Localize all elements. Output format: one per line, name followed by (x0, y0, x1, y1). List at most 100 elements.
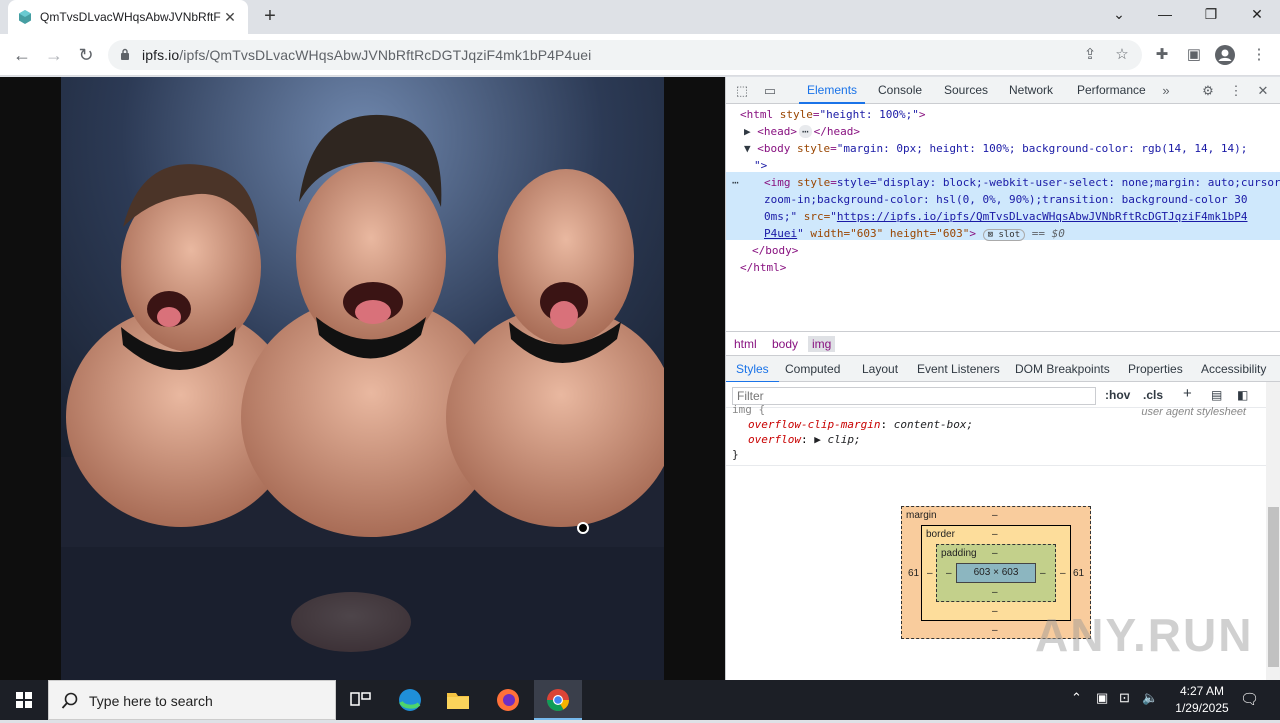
file-explorer-icon[interactable] (434, 680, 482, 720)
taskbar-search-box[interactable]: Type here to search (48, 680, 336, 720)
tab-sources[interactable]: Sources (944, 83, 988, 97)
img-src-attr: src= (803, 210, 831, 223)
prop-value-2: clip; (827, 433, 861, 446)
dom-img-line2: zoom-in;background-color: hsl(0, 0%, 90%… (764, 191, 1247, 208)
scrollbar-thumb[interactable] (1268, 507, 1279, 667)
task-view-icon[interactable] (336, 680, 384, 720)
tab-layout[interactable]: Layout (862, 362, 898, 376)
profile-avatar-icon[interactable] (1212, 42, 1238, 68)
close-tab-icon[interactable]: ✕ (222, 9, 238, 25)
volume-icon[interactable]: 🔈 (1142, 690, 1158, 706)
tab-event-listeners[interactable]: Event Listeners (917, 362, 1000, 376)
padding-bottom-value[interactable]: – (992, 587, 998, 598)
box-model-padding[interactable]: padding – – – – 603 × 603 (936, 544, 1056, 602)
paint-brush-icon[interactable]: ▤ (1211, 388, 1222, 402)
dom-body-close[interactable]: </body> (752, 242, 798, 259)
close-window-button[interactable]: ✕ (1234, 0, 1280, 30)
inspect-element-icon[interactable]: ⬚ (733, 82, 751, 100)
tab-performance[interactable]: Performance (1077, 83, 1146, 97)
computed-sidebar-icon[interactable]: ◧ (1237, 388, 1248, 402)
device-toolbar-icon[interactable]: ▭ (761, 82, 779, 100)
border-top-value[interactable]: – (992, 529, 998, 540)
border-right-value[interactable]: – (1060, 568, 1066, 579)
styles-filter-input[interactable] (732, 387, 1096, 405)
tab-dom-breakpoints[interactable]: DOM Breakpoints (1015, 362, 1110, 376)
forward-button[interactable]: → (41, 42, 67, 68)
firefox-icon[interactable] (484, 680, 532, 720)
border-left-value[interactable]: – (927, 568, 933, 579)
box-model-content[interactable]: 603 × 603 (956, 563, 1036, 583)
styles-scrollbar[interactable] (1266, 382, 1280, 680)
new-tab-button[interactable]: + (258, 6, 282, 28)
notifications-icon[interactable]: 🗨 (1240, 690, 1259, 708)
cls-toggle[interactable]: .cls (1143, 388, 1163, 402)
edge-icon[interactable] (386, 680, 434, 720)
url-text: ipfs.io/ipfs/QmTvsDLvacWHqsAbwJVNbRftRcD… (142, 47, 591, 63)
border-bottom-value[interactable]: – (992, 606, 998, 617)
side-panel-icon[interactable]: ▣ (1181, 42, 1207, 68)
close-devtools-icon[interactable]: ✕ (1254, 82, 1272, 100)
share-icon[interactable]: ⇪ (1077, 42, 1103, 68)
back-button[interactable]: ← (9, 42, 35, 68)
tab-styles[interactable]: Styles (726, 362, 779, 383)
img-src-link[interactable]: https://ipfs.io/ipfs/QmTvsDLvacWHqsAbwJV… (837, 210, 1248, 223)
img-src-link-end[interactable]: P4uei (764, 227, 797, 240)
padding-right-value[interactable]: – (1040, 568, 1046, 579)
rule-overflow[interactable]: overflow: ▶ clip; (748, 432, 861, 447)
margin-right-value[interactable]: 61 (1073, 568, 1084, 579)
displayed-image[interactable] (61, 77, 664, 680)
box-model-border[interactable]: border – – – – padding – – – – 603 × 603 (921, 525, 1071, 621)
margin-left-value[interactable]: 61 (908, 568, 919, 579)
slot-badge[interactable]: ⊠ slot (982, 229, 1026, 241)
search-placeholder: Type here to search (89, 693, 213, 709)
reload-button[interactable]: ↻ (73, 42, 99, 68)
rule-overflow-clip-margin[interactable]: overflow-clip-margin: content-box; (748, 417, 973, 432)
dom-html-close[interactable]: </html> (740, 259, 786, 276)
devtools-menu-icon[interactable]: ⋮ (1227, 82, 1245, 100)
margin-top-value[interactable]: – (992, 510, 998, 521)
dom-body-node-cont: "> (754, 157, 767, 174)
tab-network[interactable]: Network (1009, 83, 1053, 97)
tab-search-chevron-icon[interactable]: ⌄ (1096, 0, 1142, 30)
browser-tab[interactable]: QmTvsDLvacWHqsAbwJVNbRftF ✕ (8, 0, 248, 34)
tab-computed[interactable]: Computed (785, 362, 840, 376)
dom-head-node[interactable]: ▶ <head> ⋯ </head> (744, 123, 860, 140)
html-open: <html (740, 108, 774, 121)
html-bracket: > (918, 108, 926, 121)
hov-toggle[interactable]: :hov (1105, 388, 1130, 402)
new-style-rule-icon[interactable]: + (1183, 385, 1192, 402)
padding-left-value[interactable]: – (946, 568, 952, 579)
bookmark-star-icon[interactable]: ☆ (1109, 42, 1135, 68)
breadcrumb-html[interactable]: html (734, 337, 757, 351)
settings-gear-icon[interactable]: ⚙ (1199, 82, 1217, 100)
expand-triangle-icon[interactable]: ▶ (814, 433, 821, 446)
more-tabs-chevron-icon[interactable]: » (1157, 82, 1175, 100)
tray-device-icon[interactable]: ▣ (1096, 690, 1108, 706)
dom-img-node[interactable]: <img style=style="display: block;-webkit… (764, 174, 1280, 191)
extensions-icon[interactable]: ✚ (1149, 42, 1175, 68)
box-model-border-label: border (926, 529, 955, 540)
restore-button[interactable]: ❐ (1188, 0, 1234, 30)
minimize-button[interactable]: — (1142, 0, 1188, 30)
tab-accessibility[interactable]: Accessibility (1201, 362, 1266, 376)
breadcrumb-body[interactable]: body (772, 337, 798, 351)
padding-top-value[interactable]: – (992, 548, 998, 559)
dom-body-node[interactable]: ▼ <body style="margin: 0px; height: 100%… (744, 140, 1247, 157)
menu-kebab-icon[interactable]: ⋮ (1246, 42, 1272, 68)
network-icon[interactable]: ⊡ (1119, 690, 1130, 706)
dom-node-ellipsis[interactable]: ⋯ (732, 174, 739, 191)
dom-img-line4: P4uei" width="603" height="603"> ⊠ slot … (764, 227, 1065, 241)
address-bar[interactable]: ipfs.io/ipfs/QmTvsDLvacWHqsAbwJVNbRftRcD… (108, 40, 1142, 70)
tab-properties[interactable]: Properties (1128, 362, 1183, 376)
margin-bottom-value[interactable]: – (992, 625, 998, 636)
dom-html-node[interactable]: <html style="height: 100%;"> (740, 106, 925, 123)
breadcrumb-img[interactable]: img (808, 336, 836, 352)
dom-tree: <html style="height: 100%;"> ▶ <head> ⋯ </… (726, 104, 1280, 329)
browser-toolbar: ← → ↻ ipfs.io/ipfs/QmTvsDLvacWHqsAbwJVNb… (0, 34, 1280, 76)
chrome-icon[interactable] (534, 680, 582, 720)
system-clock[interactable]: 4:27 AM 1/29/2025 (1170, 683, 1234, 717)
tab-elements[interactable]: Elements (798, 83, 866, 104)
start-button[interactable] (0, 680, 48, 720)
tab-console[interactable]: Console (878, 83, 922, 97)
tray-chevron-icon[interactable]: ⌃ (1071, 690, 1082, 706)
